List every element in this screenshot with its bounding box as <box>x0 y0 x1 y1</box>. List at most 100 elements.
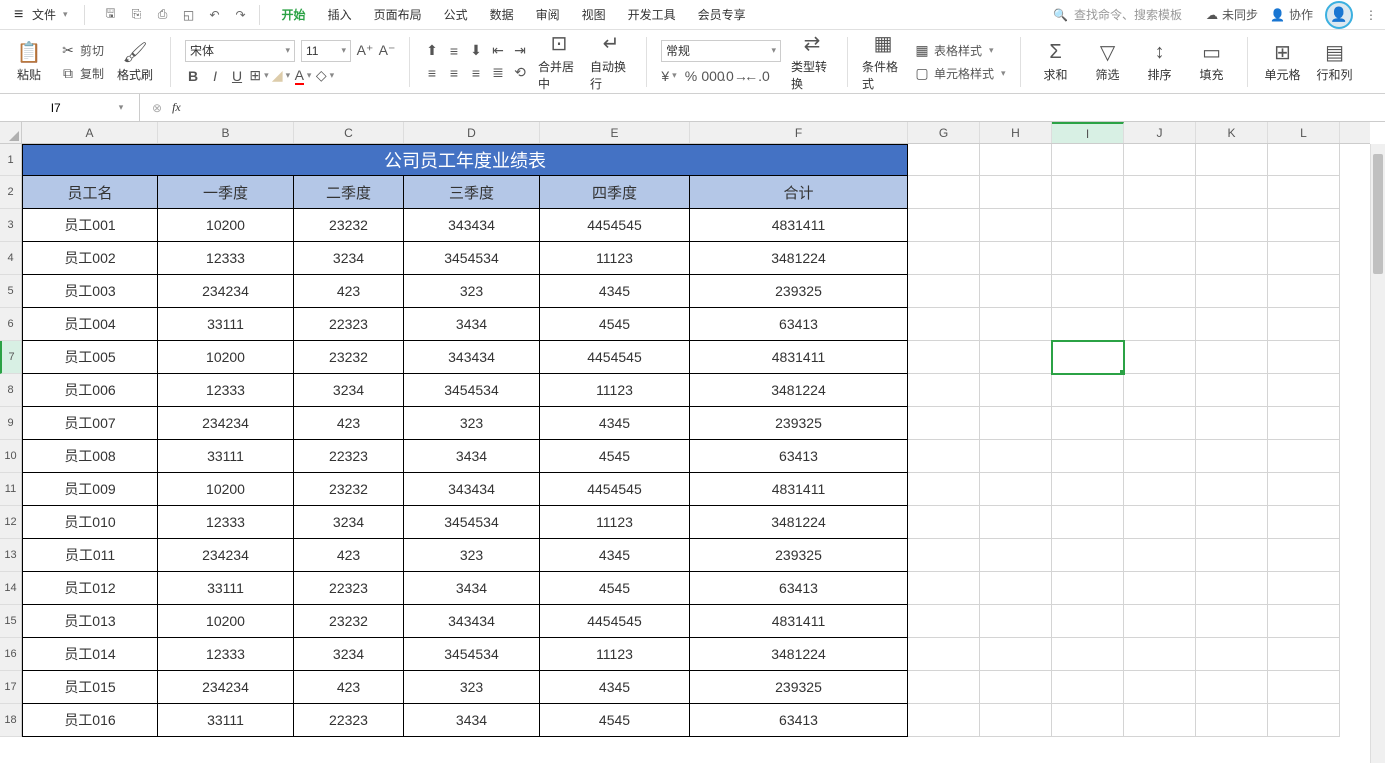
cell-G10[interactable] <box>908 440 980 473</box>
table-cell[interactable]: 员工006 <box>22 374 158 407</box>
table-cell[interactable]: 4345 <box>540 407 690 440</box>
row-header-6[interactable]: 6 <box>0 308 21 341</box>
copy-button[interactable]: ⧉复制 <box>60 65 104 82</box>
cell-H18[interactable] <box>980 704 1052 737</box>
table-cell[interactable]: 3481224 <box>690 242 908 275</box>
tab-insert[interactable]: 插入 <box>326 2 354 27</box>
table-cell[interactable]: 23232 <box>294 341 404 374</box>
vertical-scrollbar[interactable] <box>1370 144 1385 763</box>
cell-K12[interactable] <box>1196 506 1268 539</box>
file-menu[interactable]: 文件 ▾ <box>8 4 74 25</box>
sort-button[interactable]: ↕ 排序 <box>1139 40 1181 83</box>
cell-L9[interactable] <box>1268 407 1340 440</box>
table-cell[interactable]: 员工010 <box>22 506 158 539</box>
table-cell[interactable]: 员工014 <box>22 638 158 671</box>
table-cell[interactable]: 员工011 <box>22 539 158 572</box>
col-header-B[interactable]: B <box>158 122 294 143</box>
font-size-select[interactable]: 11▾ <box>301 40 351 62</box>
cell-J9[interactable] <box>1124 407 1196 440</box>
cell-L8[interactable] <box>1268 374 1340 407</box>
cell-G3[interactable] <box>908 209 980 242</box>
paste-button[interactable]: 📋 粘贴 <box>8 40 50 83</box>
cell-J11[interactable] <box>1124 473 1196 506</box>
table-header[interactable]: 合计 <box>690 176 908 209</box>
table-cell[interactable]: 3454534 <box>404 638 540 671</box>
table-cell[interactable]: 343434 <box>404 605 540 638</box>
table-cell[interactable]: 4545 <box>540 440 690 473</box>
indent-decrease-icon[interactable]: ⇤ <box>490 43 506 59</box>
table-cell[interactable]: 4345 <box>540 275 690 308</box>
table-cell[interactable]: 10200 <box>158 473 294 506</box>
table-cell[interactable]: 12333 <box>158 374 294 407</box>
cell-G16[interactable] <box>908 638 980 671</box>
table-header[interactable]: 四季度 <box>540 176 690 209</box>
align-center-icon[interactable]: ≡ <box>446 65 462 81</box>
tab-pagelayout[interactable]: 页面布局 <box>372 2 424 27</box>
cancel-icon[interactable]: ⊗ <box>152 101 162 115</box>
number-format-select[interactable]: 常规▾ <box>661 40 781 62</box>
cell-K9[interactable] <box>1196 407 1268 440</box>
cell-K13[interactable] <box>1196 539 1268 572</box>
save-icon[interactable]: 🖫 <box>103 7 119 23</box>
table-cell[interactable]: 员工003 <box>22 275 158 308</box>
cell-J1[interactable] <box>1124 144 1196 176</box>
table-cell[interactable]: 员工001 <box>22 209 158 242</box>
cell-J17[interactable] <box>1124 671 1196 704</box>
table-cell[interactable]: 4831411 <box>690 209 908 242</box>
table-cell[interactable]: 12333 <box>158 506 294 539</box>
cell-L1[interactable] <box>1268 144 1340 176</box>
cell-I10[interactable] <box>1052 440 1124 473</box>
table-cell[interactable]: 4345 <box>540 671 690 704</box>
cell-I17[interactable] <box>1052 671 1124 704</box>
cell-I13[interactable] <box>1052 539 1124 572</box>
bold-icon[interactable]: B <box>185 68 201 84</box>
row-header-16[interactable]: 16 <box>0 638 21 671</box>
fx-icon[interactable]: fx <box>172 100 181 115</box>
cell-I12[interactable] <box>1052 506 1124 539</box>
table-cell[interactable]: 239325 <box>690 407 908 440</box>
redo-icon[interactable]: ↷ <box>233 7 249 23</box>
table-cell[interactable]: 3434 <box>404 572 540 605</box>
percent-icon[interactable]: % <box>683 68 699 84</box>
table-cell[interactable]: 3234 <box>294 638 404 671</box>
table-cell[interactable]: 63413 <box>690 704 908 737</box>
table-cell[interactable]: 10200 <box>158 209 294 242</box>
align-justify-icon[interactable]: ≣ <box>490 65 506 81</box>
cell-K17[interactable] <box>1196 671 1268 704</box>
tab-dev[interactable]: 开发工具 <box>626 2 678 27</box>
cell-style-button[interactable]: ▢单元格样式▾ <box>914 65 1006 82</box>
cell-H8[interactable] <box>980 374 1052 407</box>
cell-I15[interactable] <box>1052 605 1124 638</box>
cell-G8[interactable] <box>908 374 980 407</box>
table-cell[interactable]: 23232 <box>294 209 404 242</box>
cell-K6[interactable] <box>1196 308 1268 341</box>
table-cell[interactable]: 343434 <box>404 341 540 374</box>
table-cell[interactable]: 239325 <box>690 539 908 572</box>
cell-L4[interactable] <box>1268 242 1340 275</box>
fill-button[interactable]: ▭ 填充 <box>1191 40 1233 83</box>
font-color-icon[interactable]: A▾ <box>295 68 311 84</box>
cell-G4[interactable] <box>908 242 980 275</box>
tab-data[interactable]: 数据 <box>488 2 516 27</box>
cell-H10[interactable] <box>980 440 1052 473</box>
cell-J5[interactable] <box>1124 275 1196 308</box>
cell-G11[interactable] <box>908 473 980 506</box>
more-icon[interactable]: ⋮ <box>1365 8 1377 22</box>
saveas-icon[interactable]: ⎘ <box>129 7 145 23</box>
table-cell[interactable]: 343434 <box>404 473 540 506</box>
table-cell[interactable]: 3234 <box>294 374 404 407</box>
table-cell[interactable]: 10200 <box>158 605 294 638</box>
col-header-A[interactable]: A <box>22 122 158 143</box>
row-header-2[interactable]: 2 <box>0 176 21 209</box>
cell-I11[interactable] <box>1052 473 1124 506</box>
wrap-button[interactable]: ↵ 自动换行 <box>590 32 632 92</box>
table-cell[interactable]: 3454534 <box>404 506 540 539</box>
cell-K8[interactable] <box>1196 374 1268 407</box>
cell-L18[interactable] <box>1268 704 1340 737</box>
cell-L17[interactable] <box>1268 671 1340 704</box>
row-header-11[interactable]: 11 <box>0 473 21 506</box>
cell-I9[interactable] <box>1052 407 1124 440</box>
table-cell[interactable]: 63413 <box>690 440 908 473</box>
table-cell[interactable]: 10200 <box>158 341 294 374</box>
cell-J7[interactable] <box>1124 341 1196 374</box>
